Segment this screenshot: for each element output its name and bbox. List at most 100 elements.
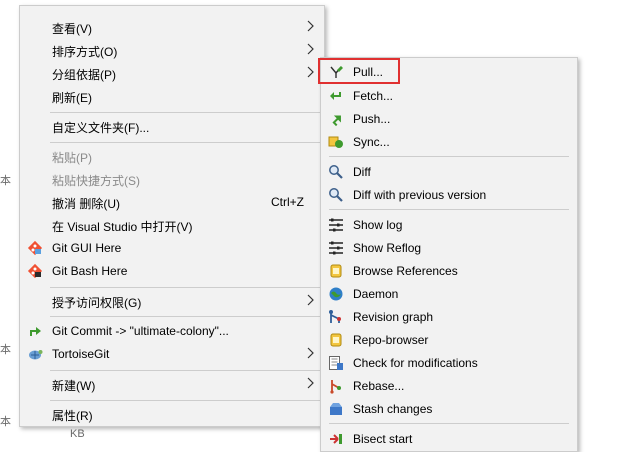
show-log-icon bbox=[329, 218, 343, 232]
menu-item-label: 自定义文件夹(F)... bbox=[52, 121, 150, 135]
submenu-item-label: Bisect start bbox=[353, 432, 413, 446]
menu-separator bbox=[50, 112, 322, 113]
menu-item-undo-delete[interactable]: 撤消 删除(U) Ctrl+Z bbox=[20, 191, 324, 213]
background-text-fragment: 本 bbox=[0, 344, 11, 356]
menu-item-label: Git Commit -> "ultimate-colony"... bbox=[52, 324, 229, 338]
submenu-item-label: Revision graph bbox=[353, 310, 434, 324]
submenu-item-rebase[interactable]: Rebase... bbox=[321, 375, 577, 397]
menu-item-label: 分组依据(P) bbox=[52, 68, 116, 82]
submenu-item-stash-changes[interactable]: Stash changes bbox=[321, 398, 577, 420]
submenu-item-label: Push... bbox=[353, 112, 391, 126]
browse-references-icon bbox=[330, 264, 342, 278]
submenu-item-label: Check for modifications bbox=[353, 356, 478, 370]
tortoisegit-submenu: Pull... Fetch... Push... Sync... Diff Di… bbox=[320, 57, 578, 452]
menu-item-label: 粘贴快捷方式(S) bbox=[52, 174, 140, 188]
menu-separator bbox=[50, 287, 322, 288]
background-text-fragment: KB bbox=[70, 428, 85, 440]
submenu-item-push[interactable]: Push... bbox=[321, 108, 577, 130]
chevron-right-icon bbox=[307, 66, 314, 78]
submenu-item-fetch[interactable]: Fetch... bbox=[321, 85, 577, 107]
menu-item-label: 排序方式(O) bbox=[52, 45, 118, 59]
fetch-icon bbox=[330, 92, 341, 100]
submenu-item-revision-graph[interactable]: Revision graph bbox=[321, 306, 577, 328]
submenu-item-check-modifications[interactable]: Check for modifications bbox=[321, 352, 577, 374]
menu-separator bbox=[329, 423, 569, 424]
menu-item-grant-access[interactable]: 授予访问权限(G) bbox=[20, 290, 324, 312]
stash-icon bbox=[330, 403, 342, 415]
bisect-icon bbox=[330, 434, 342, 444]
menu-item-group-by[interactable]: 分组依据(P) bbox=[20, 62, 324, 84]
chevron-right-icon bbox=[307, 20, 314, 32]
menu-item-label: 属性(R) bbox=[52, 409, 93, 423]
submenu-item-label: Rebase... bbox=[353, 379, 405, 393]
menu-item-customize-folder[interactable]: 自定义文件夹(F)... bbox=[20, 115, 324, 137]
menu-item-label: 粘贴(P) bbox=[52, 151, 92, 165]
submenu-item-label: Daemon bbox=[353, 287, 399, 301]
menu-item-view[interactable]: 查看(V) bbox=[20, 16, 324, 38]
submenu-item-repo-browser[interactable]: Repo-browser bbox=[321, 329, 577, 351]
revision-graph-icon bbox=[329, 310, 341, 323]
submenu-item-show-reflog[interactable]: Show Reflog bbox=[321, 237, 577, 259]
menu-item-git-gui-here[interactable]: Git GUI Here bbox=[20, 237, 324, 259]
submenu-item-label: Repo-browser bbox=[353, 333, 429, 347]
menu-item-tortoisegit[interactable]: TortoiseGit bbox=[20, 343, 324, 365]
submenu-item-diff-previous[interactable]: Diff with previous version bbox=[321, 184, 577, 206]
menu-item-shortcut: Ctrl+Z bbox=[271, 195, 304, 209]
menu-item-open-in-visual-studio[interactable]: 在 Visual Studio 中打开(V) bbox=[20, 214, 324, 236]
submenu-item-label: Diff bbox=[353, 165, 371, 179]
menu-separator bbox=[50, 316, 322, 317]
background-text-fragment: 本 bbox=[0, 175, 11, 187]
menu-item-label: 查看(V) bbox=[52, 22, 92, 36]
submenu-item-show-log[interactable]: Show log bbox=[321, 214, 577, 236]
menu-item-label: TortoiseGit bbox=[52, 347, 110, 361]
submenu-item-label: Show Reflog bbox=[353, 241, 422, 255]
menu-item-refresh[interactable]: 刷新(E) bbox=[20, 85, 324, 107]
menu-item-label: 在 Visual Studio 中打开(V) bbox=[52, 220, 193, 234]
git-gui-icon bbox=[27, 240, 43, 256]
menu-item-paste-shortcut[interactable]: 粘贴快捷方式(S) bbox=[20, 168, 324, 190]
git-commit-icon bbox=[30, 327, 41, 336]
show-reflog-icon bbox=[329, 241, 343, 255]
context-menu: 查看(V) 排序方式(O) 分组依据(P) 刷新(E) 自定义文件夹(F)...… bbox=[19, 5, 325, 427]
menu-separator bbox=[329, 209, 569, 210]
repo-browser-icon bbox=[330, 333, 342, 347]
background-text-fragment: 本 bbox=[0, 416, 11, 428]
tortoisegit-icon bbox=[29, 350, 43, 360]
git-bash-icon bbox=[27, 263, 43, 279]
menu-item-git-commit[interactable]: Git Commit -> "ultimate-colony"... bbox=[20, 320, 324, 342]
menu-item-new[interactable]: 新建(W) bbox=[20, 373, 324, 395]
menu-item-label: 新建(W) bbox=[52, 379, 96, 393]
menu-item-git-bash-here[interactable]: Git Bash Here bbox=[20, 260, 324, 282]
submenu-item-label: Sync... bbox=[353, 135, 390, 149]
daemon-icon bbox=[329, 287, 343, 301]
submenu-item-browse-references[interactable]: Browse References bbox=[321, 260, 577, 282]
submenu-item-diff[interactable]: Diff bbox=[321, 161, 577, 183]
submenu-item-label: Fetch... bbox=[353, 89, 394, 103]
sync-icon bbox=[328, 136, 343, 148]
chevron-right-icon bbox=[307, 347, 314, 359]
submenu-item-label: Diff with previous version bbox=[353, 188, 487, 202]
diff-icon bbox=[329, 165, 343, 179]
submenu-item-label: Browse References bbox=[353, 264, 458, 278]
chevron-right-icon bbox=[307, 43, 314, 55]
submenu-item-bisect-start[interactable]: Bisect start bbox=[321, 428, 577, 450]
menu-item-properties[interactable]: 属性(R) bbox=[20, 403, 324, 425]
rebase-icon bbox=[330, 380, 341, 394]
menu-item-label: 撤消 删除(U) bbox=[52, 197, 120, 211]
menu-separator bbox=[329, 156, 569, 157]
menu-separator bbox=[50, 142, 322, 143]
pull-highlight-box bbox=[318, 58, 400, 84]
menu-item-label: 刷新(E) bbox=[52, 91, 92, 105]
submenu-item-label: Show log bbox=[353, 218, 403, 232]
menu-item-label: Git Bash Here bbox=[52, 264, 128, 278]
chevron-right-icon bbox=[307, 294, 314, 306]
submenu-item-daemon[interactable]: Daemon bbox=[321, 283, 577, 305]
push-icon bbox=[332, 115, 341, 127]
diff-previous-icon bbox=[329, 188, 343, 202]
menu-item-paste[interactable]: 粘贴(P) bbox=[20, 145, 324, 167]
submenu-item-label: Stash changes bbox=[353, 402, 433, 416]
chevron-right-icon bbox=[307, 377, 314, 389]
menu-item-sort-by[interactable]: 排序方式(O) bbox=[20, 39, 324, 61]
menu-separator bbox=[50, 400, 322, 401]
submenu-item-sync[interactable]: Sync... bbox=[321, 131, 577, 153]
